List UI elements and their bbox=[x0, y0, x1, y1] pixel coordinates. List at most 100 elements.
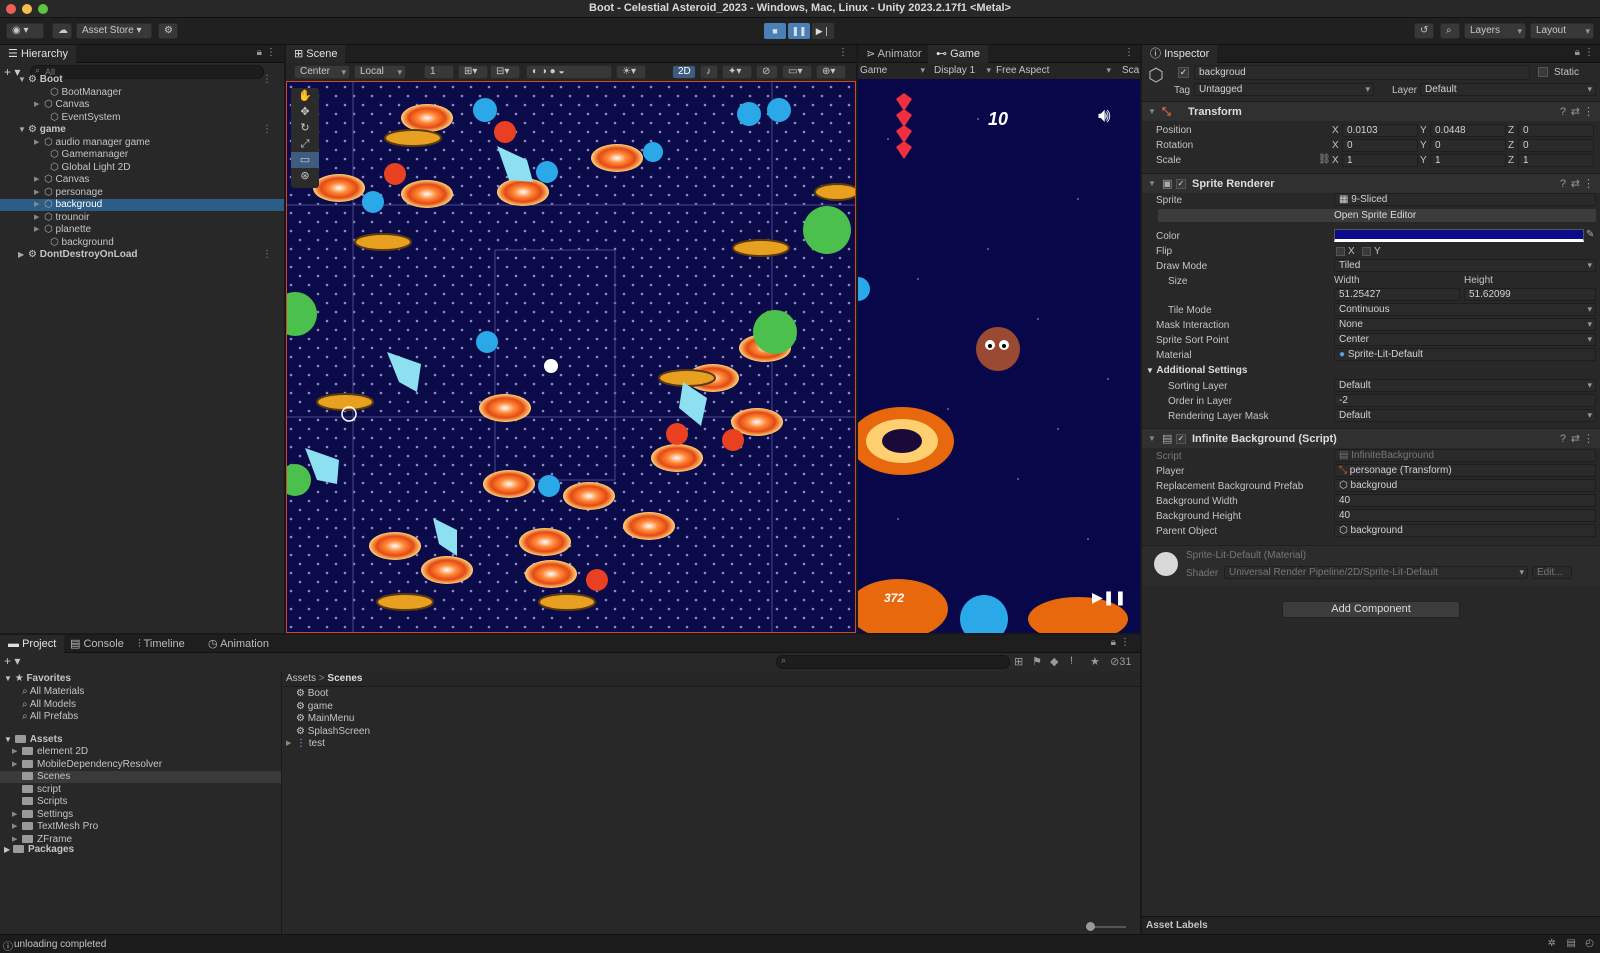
kebab-menu-icon[interactable]: ⋮ bbox=[838, 47, 848, 58]
gizmos-dropdown[interactable]: ⊕▾ bbox=[816, 65, 846, 79]
mode-2d-toggle[interactable]: 2D bbox=[672, 65, 696, 79]
additional-settings-foldout[interactable]: ▼ Additional Settings bbox=[1146, 365, 1247, 376]
foldout-arrow-icon[interactable]: ▶ bbox=[34, 187, 39, 199]
foldout-arrow-icon[interactable]: ▶ bbox=[34, 99, 39, 111]
step-button[interactable]: ▶❘ bbox=[812, 23, 834, 39]
flip-y-checkbox[interactable] bbox=[1362, 247, 1371, 256]
eyedropper-icon[interactable]: ✎ bbox=[1586, 229, 1594, 240]
game-mode-dropdown[interactable]: Game bbox=[860, 65, 928, 76]
height-field[interactable]: 51.62099 bbox=[1464, 288, 1596, 301]
scale-x-field[interactable]: 1 bbox=[1342, 154, 1418, 167]
scene-file-item[interactable]: ⚙ MainMenu bbox=[284, 713, 1140, 725]
sprite-field[interactable]: ▦ 9-Sliced bbox=[1334, 193, 1596, 206]
add-component-button[interactable]: Add Component bbox=[1282, 601, 1460, 618]
filter-type-icon[interactable]: ⊞ bbox=[1014, 655, 1023, 668]
history-button[interactable]: ↺ bbox=[1414, 23, 1434, 39]
grid-snap-button[interactable]: ⊞▾ bbox=[458, 65, 488, 79]
foldout-arrow-icon[interactable]: ▶ bbox=[34, 137, 39, 149]
scale-tool-icon[interactable]: ⤢ bbox=[291, 136, 319, 152]
tab-game[interactable]: ⊷ Game bbox=[928, 45, 989, 63]
kebab-menu-icon[interactable]: ⋮ bbox=[1583, 429, 1594, 449]
foldout-arrow-icon[interactable]: ▶ bbox=[34, 212, 39, 224]
favorite-star-icon[interactable]: ★ bbox=[1090, 655, 1100, 668]
kebab-menu-icon[interactable]: ⋮ bbox=[262, 249, 272, 261]
scene-file-item[interactable]: ▶ ⋮ test bbox=[284, 738, 1140, 750]
lock-icon[interactable]: 🔒︎ bbox=[1111, 637, 1116, 648]
layer-dropdown[interactable]: Default bbox=[1420, 83, 1596, 96]
asset-folder-item[interactable]: ▶ element 2D bbox=[0, 746, 281, 758]
hierarchy-item[interactable]: ▼ ⚙ game ⋮ bbox=[0, 124, 284, 136]
position-y-field[interactable]: 0.0448 bbox=[1430, 124, 1506, 137]
assets-root[interactable]: ▼ Assets bbox=[0, 734, 281, 746]
favorites-root[interactable]: ▼ ★ Favorites bbox=[0, 673, 281, 685]
object-name-field[interactable]: backgroud bbox=[1194, 65, 1530, 80]
hierarchy-item[interactable]: ⬡ background bbox=[0, 237, 284, 249]
tab-animation[interactable]: ◷ Animation bbox=[200, 635, 277, 653]
scene-file-item[interactable]: ⚙ game bbox=[284, 701, 1140, 713]
audio-toggle[interactable]: ♪ bbox=[700, 65, 718, 79]
rect-tool-icon[interactable]: ▭ bbox=[291, 152, 319, 168]
kebab-menu-icon[interactable]: ⋮ bbox=[1583, 102, 1594, 122]
draw-mode-dropdown[interactable]: Tiled bbox=[1334, 259, 1596, 272]
rotation-y-field[interactable]: 0 bbox=[1430, 139, 1506, 152]
move-tool-icon[interactable]: ✥ bbox=[291, 104, 319, 120]
foldout-arrow-icon[interactable]: ▶ bbox=[12, 821, 17, 833]
preset-icon[interactable]: ⇄ bbox=[1571, 174, 1580, 194]
foldout-arrow-icon[interactable]: ▶ bbox=[18, 249, 24, 261]
scene-file-item[interactable]: ⚙ SplashScreen bbox=[284, 726, 1140, 738]
hierarchy-item[interactable]: ▶ ⬡ Canvas bbox=[0, 99, 284, 111]
help-icon[interactable]: ? bbox=[1560, 174, 1566, 194]
favorite-item[interactable]: ⌕ All Materials bbox=[0, 686, 281, 698]
hierarchy-item[interactable]: ▼ ⚙ Boot ⋮ bbox=[0, 74, 284, 86]
asset-folder-item[interactable]: Scripts bbox=[0, 796, 281, 808]
tag-dropdown[interactable]: Untagged bbox=[1194, 83, 1374, 96]
replacement-prefab-field[interactable]: ⬡ backgroud bbox=[1334, 479, 1596, 492]
shader-dropdown[interactable]: Universal Render Pipeline/2D/Sprite-Lit-… bbox=[1224, 566, 1528, 579]
layers-dropdown[interactable]: Layers bbox=[1464, 23, 1526, 39]
shader-edit-button[interactable]: Edit... bbox=[1532, 566, 1572, 579]
play-pause-icon[interactable]: ▶❚❚ bbox=[1092, 589, 1126, 606]
filter-label-icon[interactable]: ⚑ bbox=[1032, 655, 1042, 668]
console-icon[interactable]: ▤ bbox=[1567, 938, 1576, 949]
hierarchy-item[interactable]: ▶ ⬡ backgroud bbox=[0, 199, 284, 211]
hierarchy-item[interactable]: ⬡ Gamemanager bbox=[0, 149, 284, 161]
background-height-field[interactable]: 40 bbox=[1334, 509, 1596, 522]
tab-project[interactable]: ▬ Project bbox=[0, 635, 65, 653]
settings-gear-button[interactable]: ⚙ bbox=[158, 23, 178, 39]
hierarchy-item[interactable]: ▶ ⬡ planette bbox=[0, 224, 284, 236]
infinite-background-enabled-checkbox[interactable]: ✓ bbox=[1176, 434, 1186, 444]
scene-file-item[interactable]: ⚙ Boot bbox=[284, 688, 1140, 700]
space-dropdown[interactable]: Local bbox=[354, 65, 406, 79]
hierarchy-item[interactable]: ⬡ Global Light 2D bbox=[0, 162, 284, 174]
asset-folder-item[interactable]: ▶ MobileDependencyResolver bbox=[0, 759, 281, 771]
sort-point-dropdown[interactable]: Center bbox=[1334, 333, 1596, 346]
tile-mode-dropdown[interactable]: Continuous bbox=[1334, 303, 1596, 316]
help-icon[interactable]: ? bbox=[1560, 429, 1566, 449]
bug-icon[interactable]: ✲ bbox=[1548, 938, 1556, 949]
layout-dropdown[interactable]: Layout bbox=[1530, 23, 1594, 39]
speaker-icon[interactable]: 🔊︎ bbox=[1098, 105, 1111, 128]
project-search-input[interactable] bbox=[776, 655, 1010, 669]
filter-tag-icon[interactable]: ◆ bbox=[1050, 655, 1058, 668]
snap-value-field[interactable]: 1 bbox=[424, 65, 454, 79]
preset-icon[interactable]: ⇄ bbox=[1571, 102, 1580, 122]
asset-folder-item[interactable]: ▶ Settings bbox=[0, 809, 281, 821]
tab-hierarchy[interactable]: ☰ Hierarchy bbox=[0, 45, 77, 63]
foldout-arrow-icon[interactable]: ▼ bbox=[18, 74, 26, 86]
foldout-arrow-icon[interactable]: ▼ bbox=[18, 124, 26, 136]
kebab-menu-icon[interactable]: ⋮ bbox=[1583, 174, 1594, 194]
sprite-renderer-enabled-checkbox[interactable]: ✓ bbox=[1176, 179, 1186, 189]
player-field[interactable]: ⤡ personage (Transform) bbox=[1334, 464, 1596, 477]
hierarchy-item[interactable]: ▶ ⬡ audio manager game bbox=[0, 137, 284, 149]
hierarchy-item[interactable]: ▶ ⚙ DontDestroyOnLoad ⋮ bbox=[0, 249, 284, 261]
aspect-dropdown[interactable]: Free Aspect bbox=[996, 65, 1114, 76]
order-in-layer-field[interactable]: -2 bbox=[1334, 394, 1596, 407]
scene-viewport[interactable]: ✋ ✥ ↻ ⤢ ▭ ⊛ bbox=[286, 81, 856, 633]
foldout-arrow-icon[interactable]: ▶ bbox=[12, 759, 17, 771]
rendering-layer-mask-dropdown[interactable]: Default bbox=[1334, 409, 1596, 422]
sprite-renderer-header[interactable]: ▼ ▣ ✓ Sprite Renderer ? ⇄ ⋮ bbox=[1142, 173, 1600, 193]
hierarchy-item[interactable]: ▶ ⬡ trounoir bbox=[0, 212, 284, 224]
hidden-count-badge[interactable]: ⊘31 bbox=[1110, 655, 1131, 668]
progress-icon[interactable]: ◴ bbox=[1585, 938, 1594, 949]
parent-object-field[interactable]: ⬡ background bbox=[1334, 524, 1596, 537]
